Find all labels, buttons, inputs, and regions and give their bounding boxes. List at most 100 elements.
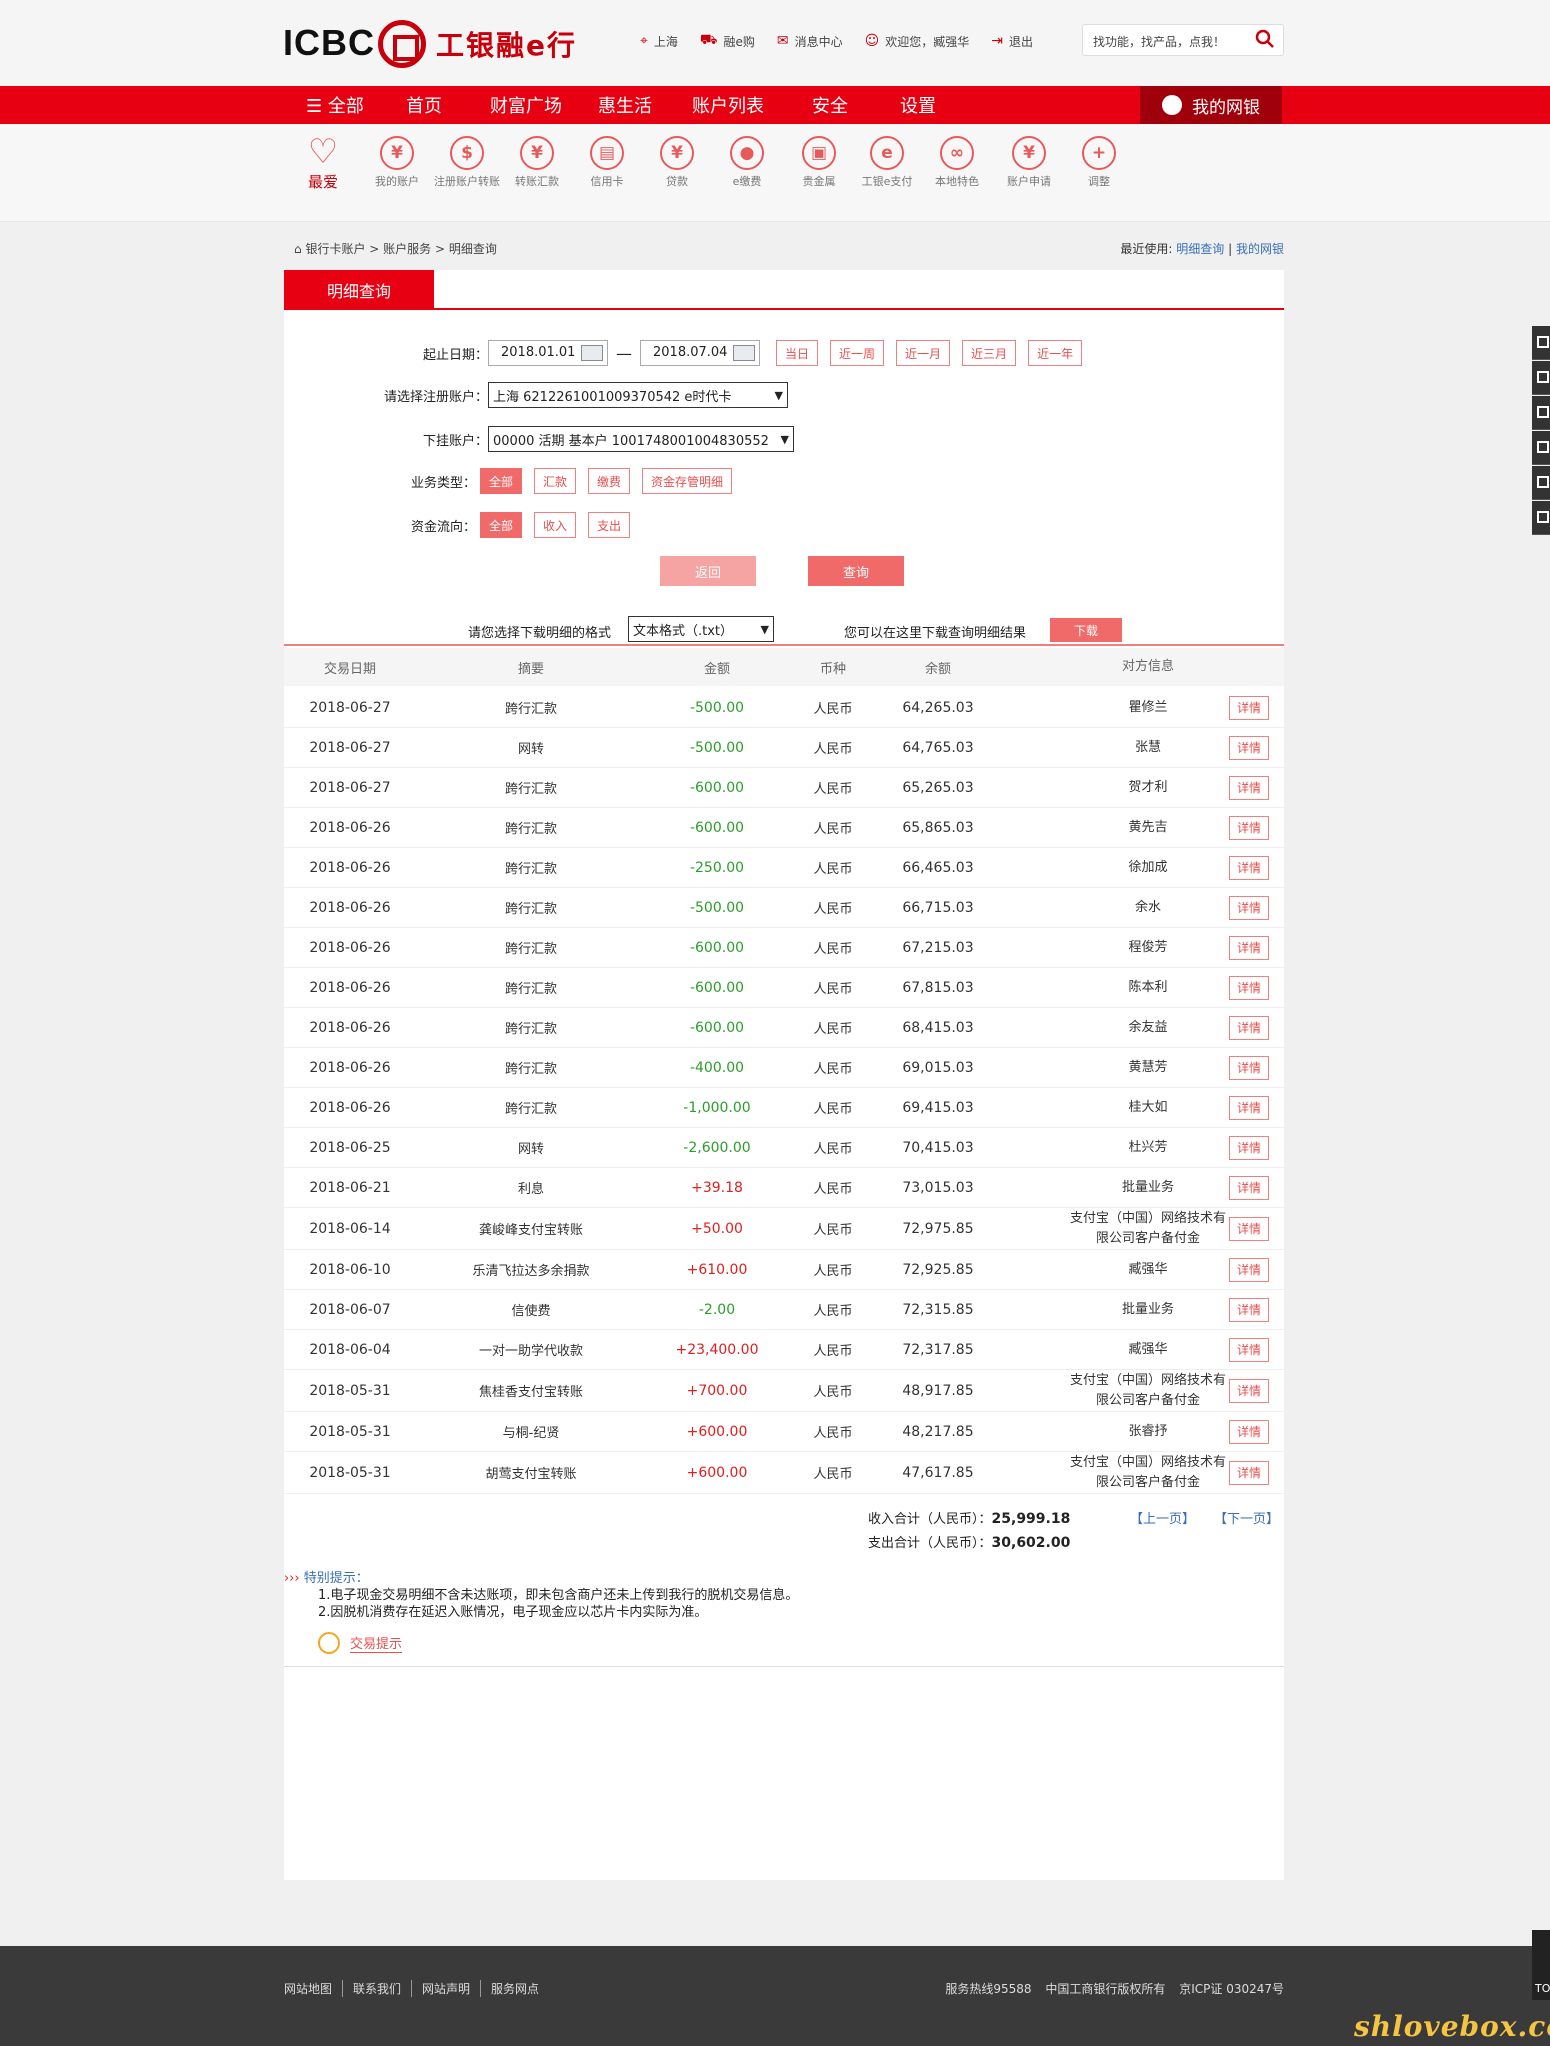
download-format-select[interactable]: 文本格式（.txt） ▼ [628,616,774,642]
detail-button[interactable]: 详情 [1229,855,1269,880]
detail-button[interactable]: 详情 [1229,815,1269,840]
nav-item[interactable]: 财富广场 [490,92,598,118]
detail-button[interactable]: 详情 [1229,1419,1269,1444]
quick-icon-credit-card[interactable]: ▤ 信用卡 [572,136,642,190]
search-input[interactable]: 找功能，找产品，点我！ [1082,24,1284,56]
range-button[interactable]: 近一月 [896,340,951,366]
detail-button[interactable]: 详情 [1229,695,1269,720]
mail-icon: ✉ [776,33,789,49]
prev-page-link[interactable]: 【上一页】 [1130,1508,1195,1527]
detail-button[interactable]: 详情 [1229,1175,1269,1200]
side-tool-mail-icon[interactable] [1532,466,1550,500]
side-tool-send-icon[interactable] [1532,361,1550,395]
icbc-logo[interactable]: ICBC [283,22,375,64]
flow-button[interactable]: 收入 [534,512,577,538]
cell-amount: -600.00 [689,939,745,956]
download-button[interactable]: 下载 [1050,618,1122,642]
nav-item[interactable]: 设置 [900,92,980,118]
quick-icon-account[interactable]: ¥ 我的账户 [362,136,432,190]
range-button[interactable]: 近一周 [830,340,885,366]
quick-icon-e-payment[interactable]: e 工银e支付 [852,136,922,190]
detail-button[interactable]: 详情 [1229,1460,1269,1485]
quick-icon-transfer-registered[interactable]: $ 注册账户转账 [432,136,502,190]
end-date-input[interactable]: 2018.07.04 [640,340,760,366]
detail-button[interactable]: 详情 [1229,1337,1269,1362]
biz-type-button[interactable]: 全部 [480,468,523,494]
back-button[interactable]: 返回 [660,556,756,586]
range-button[interactable]: 近三月 [962,340,1017,366]
quick-icon-epay[interactable]: ● e缴费 [712,136,782,190]
biz-type-button[interactable]: 资金存管明细 [642,468,733,494]
quick-icon-adjust[interactable]: + 调整 [1064,136,1134,190]
detail-button[interactable]: 详情 [1229,1216,1269,1241]
cell-balance: 72,317.85 [902,1341,974,1358]
quick-icon-account-apply[interactable]: ¥ 账户申请 [994,136,1064,190]
nav-item[interactable]: 惠生活 [598,92,692,118]
footer-link[interactable]: 服务网点 [481,1980,549,1997]
footer-link[interactable]: 网站地图 [284,1980,344,1997]
biz-type-button[interactable]: 缴费 [588,468,631,494]
side-tool-calendar-icon[interactable] [1532,431,1550,465]
toplink-welcome[interactable]: ☺ 欢迎您，臧强华 [865,32,970,50]
my-bank-button[interactable]: 我的网银 [1140,86,1282,124]
detail-button[interactable]: 详情 [1229,775,1269,800]
toplink-rongegou[interactable]: ⛟ 融e购 [700,32,755,50]
detail-button[interactable]: 详情 [1229,975,1269,1000]
detail-button[interactable]: 详情 [1229,1135,1269,1160]
calendar-icon[interactable] [581,345,603,361]
toplink-messages[interactable]: ✉ 消息中心 [777,32,843,50]
nav-item[interactable]: ☰ 全部 [306,92,406,118]
detail-button[interactable]: 详情 [1229,895,1269,920]
detail-button[interactable]: 详情 [1229,935,1269,960]
footer-link[interactable]: 联系我们 [343,1980,413,1997]
toplink-logout[interactable]: ⇥ 退出 [991,32,1033,50]
detail-button[interactable]: 详情 [1229,1257,1269,1282]
reg-account-select[interactable]: 上海 6212261001009370542 e时代卡 ▼ [488,382,788,408]
toplink-location[interactable]: ⌖ 上海 [640,32,678,50]
arrows-icon: ››› [284,1571,304,1586]
footer-link[interactable]: 网站声明 [412,1980,482,1997]
tx-tips-tab[interactable]: 交易提示 [318,1632,403,1654]
cell-detail: 详情 [1214,1250,1284,1289]
biz-type-button[interactable]: 汇款 [534,468,577,494]
search-icon[interactable] [1255,29,1275,49]
detail-button[interactable]: 详情 [1229,1095,1269,1120]
query-button[interactable]: 查询 [808,556,904,586]
cell-balance: 64,265.03 [902,699,974,716]
detail-button[interactable]: 详情 [1229,1055,1269,1080]
cell-date: 2018-06-26 [309,939,391,956]
breadcrumb-item[interactable]: 账户服务 [383,242,431,256]
home-icon[interactable]: ⌂ [294,242,305,256]
quick-icon-local-feature[interactable]: ∞ 本地特色 [922,136,992,190]
breadcrumb-item[interactable]: 银行卡账户 [305,242,365,256]
flow-button[interactable]: 支出 [588,512,631,538]
quick-icon-loan[interactable]: ¥ 贷款 [642,136,712,190]
detail-button[interactable]: 详情 [1229,1297,1269,1322]
side-tool-gift-icon[interactable] [1532,326,1550,360]
nav-item[interactable]: 安全 [812,92,900,118]
next-page-link[interactable]: 【下一页】 [1214,1508,1279,1527]
flow-button[interactable]: 全部 [480,512,523,538]
detail-button[interactable]: 详情 [1229,735,1269,760]
side-tool-cloud-icon[interactable] [1532,501,1550,535]
nav-item[interactable]: 账户列表 [692,92,812,118]
nav-item[interactable]: 首页 [406,92,490,118]
range-button[interactable]: 当日 [776,340,819,366]
cell-currency: 人民币 [813,902,853,917]
recent-link-detail-query[interactable]: 明细查询 [1176,242,1224,256]
start-date-input[interactable]: 2018.01.01 [488,340,608,366]
quick-icon-precious-metal[interactable]: ▣ 贵金属 [784,136,854,190]
sub-account-value: 00000 活期 基本户 1001748001004830552 [493,433,769,449]
detail-button[interactable]: 详情 [1229,1378,1269,1403]
back-to-top-button[interactable]: TO [1532,1930,1550,2000]
quick-icon-heart[interactable]: ♡ 最爱 [288,135,358,190]
sub-account-select[interactable]: 00000 活期 基本户 1001748001004830552 ▼ [488,426,794,452]
range-button[interactable]: 近一年 [1028,340,1083,366]
side-tool-camera-icon[interactable] [1532,396,1550,430]
quick-icon-remittance[interactable]: ¥ 转账汇款 [502,136,572,190]
detail-button[interactable]: 详情 [1229,1015,1269,1040]
calendar-icon[interactable] [733,345,755,361]
tab-detail-query[interactable]: 明细查询 [284,270,434,310]
table-row: 2018-06-14 龚峻峰支付宝转账 +50.00 人民币 72,975.85 支付宝（… [284,1208,1284,1250]
recent-link-my-bank[interactable]: 我的网银 [1236,242,1284,256]
